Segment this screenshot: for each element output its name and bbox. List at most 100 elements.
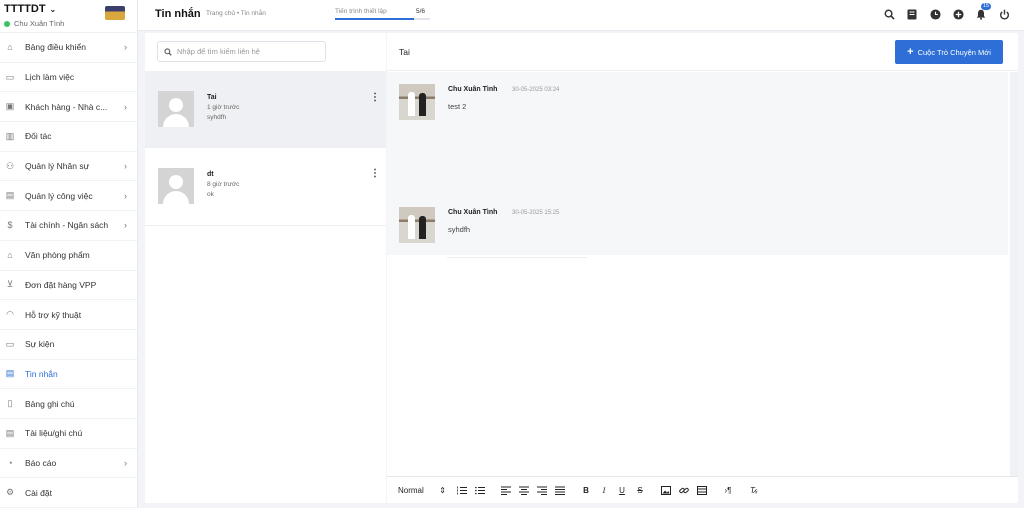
online-status-icon <box>4 20 10 27</box>
sidebar-item-label: Tin nhắn <box>25 368 58 379</box>
sidebar-item-label: Lịch làm việc <box>25 72 75 83</box>
more-options-icon[interactable]: ⋮ <box>370 92 380 103</box>
chat-panel: Tai + Cuộc Trò Chuyện Mới Chu Xuân Tình … <box>387 33 1018 503</box>
bell-icon[interactable]: 15 <box>975 3 992 20</box>
contact-search-input[interactable] <box>177 47 317 56</box>
notification-count-badge: 15 <box>981 3 992 10</box>
document-icon: ▤ <box>5 427 15 438</box>
align-left-icon[interactable] <box>500 483 512 497</box>
align-justify-icon[interactable] <box>554 483 566 497</box>
sidebar-item[interactable]: $ Tài chính - Ngân sách › <box>0 211 137 241</box>
new-conversation-label: Cuộc Trò Chuyện Mới <box>917 47 991 57</box>
italic-icon[interactable]: I <box>598 483 610 497</box>
briefcase-icon: ▤ <box>5 190 15 201</box>
search-icon <box>164 47 172 56</box>
sidebar-item[interactable]: ◔ Báo cáo › <box>0 449 137 479</box>
sidebar-item[interactable]: ▥ Đối tác <box>0 122 137 152</box>
sidebar-item-label: Đối tác <box>25 131 52 142</box>
setup-progress-label[interactable]: Tiến trình thiết lập <box>335 8 387 15</box>
add-circle-icon[interactable] <box>952 8 964 20</box>
people-icon: ⚇ <box>5 160 15 171</box>
divider <box>447 257 587 258</box>
message-time: 30-05-2025 15:25 <box>512 210 560 216</box>
video-icon[interactable] <box>696 483 708 497</box>
sidebar-item[interactable]: ◠ Hỗ trợ kỹ thuật <box>0 300 137 330</box>
bar-chart-icon: ▥ <box>5 130 15 141</box>
bold-icon[interactable]: B <box>580 483 592 497</box>
setup-progress-bar[interactable] <box>335 18 430 20</box>
sidebar-item[interactable]: ▭ Sự kiện <box>0 330 137 360</box>
chevron-down-icon[interactable]: ⌄ <box>50 5 57 14</box>
editor-toolbar: Normal ⇕ B I U S ›¶ T̷ₓ <box>387 476 1018 503</box>
more-options-icon[interactable]: ⋮ <box>370 168 380 179</box>
chat-header: Tai + Cuộc Trò Chuyện Mới <box>387 33 1018 71</box>
bullet-list-icon[interactable] <box>474 483 486 497</box>
brand-name: TTTTDT <box>4 3 46 15</box>
message-icon: ▤ <box>5 368 15 379</box>
sidebar-item[interactable]: ▤ Tài liệu/ghi chú <box>0 419 137 449</box>
contacts-panel: Tai 1 giờ trước syhdfh ⋮ dt 8 giờ trước … <box>145 33 386 503</box>
chat-title: Tai <box>399 47 410 57</box>
align-center-icon[interactable] <box>518 483 530 497</box>
new-conversation-button[interactable]: + Cuộc Trò Chuyện Mới <box>895 40 1003 64</box>
pie-chart-icon: ◔ <box>7 457 13 468</box>
image-icon[interactable] <box>660 483 672 497</box>
sidebar-item-label: Hỗ trợ kỹ thuật <box>25 309 82 320</box>
current-user-name: Chu Xuân Tình <box>14 19 65 28</box>
avatar <box>399 207 435 243</box>
chevron-right-icon: › <box>124 220 127 231</box>
home-icon: ⌂ <box>7 42 13 53</box>
contact-item[interactable]: Tai 1 giờ trước syhdfh ⋮ <box>145 71 386 148</box>
message-time: 30-05-2025 03:24 <box>512 87 560 93</box>
brand-header[interactable]: TTTTDT ⌄ Chu Xuân Tình <box>0 0 137 33</box>
search-icon[interactable] <box>883 8 895 20</box>
contact-last-message: ok <box>207 191 214 198</box>
avatar <box>158 91 194 127</box>
sidebar-item[interactable]: ⚙ Cài đặt <box>0 478 137 508</box>
clock-icon[interactable] <box>929 8 941 20</box>
contact-time: 1 giờ trước <box>207 104 240 111</box>
message-author: Chu Xuân Tình <box>448 209 498 216</box>
message-author: Chu Xuân Tình <box>448 86 498 93</box>
sidebar-item[interactable]: ▯ Bảng ghi chú <box>0 389 137 419</box>
link-icon[interactable] <box>678 483 690 497</box>
contact-search[interactable] <box>157 41 326 62</box>
message-list[interactable]: Chu Xuân Tình 30-05-2025 03:24 test 2 Ch… <box>387 72 1008 255</box>
ordered-list-icon[interactable] <box>456 483 468 497</box>
text-format-select[interactable]: Normal ⇕ <box>398 483 446 497</box>
breadcrumb[interactable]: Trang chủ • Tin nhắn <box>206 10 266 17</box>
sidebar-item[interactable]: ▣ Khách hàng - Nhà c... › <box>0 92 137 123</box>
gear-icon: ⚙ <box>5 487 15 498</box>
setup-progress-fill <box>335 18 415 20</box>
sidebar-item-label: Quản lý công việc <box>25 190 93 201</box>
contact-item[interactable]: dt 8 giờ trước ok ⋮ <box>145 149 386 226</box>
text-format-value: Normal <box>398 485 424 495</box>
notes-icon[interactable] <box>906 8 918 20</box>
align-right-icon[interactable] <box>536 483 548 497</box>
contact-name: dt <box>207 171 214 178</box>
sidebar-item[interactable]: ▭ Lịch làm việc <box>0 63 137 93</box>
strikethrough-icon[interactable]: S <box>634 483 646 497</box>
sidebar-item[interactable]: ▤ Quản lý công việc › <box>0 181 137 212</box>
chevron-right-icon: › <box>124 190 127 201</box>
sidebar-item[interactable]: ▤ Tin nhắn <box>0 360 137 390</box>
sidebar-item[interactable]: ⌂ Bảng điều khiển › <box>0 33 137 63</box>
underline-icon[interactable]: U <box>616 483 628 497</box>
sidebar-item[interactable]: ⌂ Văn phòng phẩm <box>0 241 137 271</box>
clear-format-icon[interactable]: T̷ₓ <box>748 483 760 497</box>
sidebar-item-label: Cài đặt <box>25 487 52 498</box>
message-text: syhdfh <box>448 225 471 234</box>
sidebar-item-label: Văn phòng phẩm <box>25 250 90 261</box>
sidebar-item-label: Tài liệu/ghi chú <box>25 428 83 439</box>
top-actions: 15 <box>883 3 1010 20</box>
chevron-right-icon: › <box>124 457 127 468</box>
power-icon[interactable] <box>998 8 1010 20</box>
sidebar-item[interactable]: ⚇ Quản lý Nhân sự › <box>0 152 137 182</box>
chevron-right-icon: › <box>124 42 127 53</box>
scrollbar[interactable] <box>1010 72 1018 502</box>
company-logo <box>105 6 125 20</box>
page-title: Tin nhắn <box>155 8 201 20</box>
sidebar-item[interactable]: ⊻ Đơn đặt hàng VPP <box>0 271 137 301</box>
text-direction-icon[interactable]: ›¶ <box>722 483 734 497</box>
setup-progress-count: 5/6 <box>416 8 426 15</box>
